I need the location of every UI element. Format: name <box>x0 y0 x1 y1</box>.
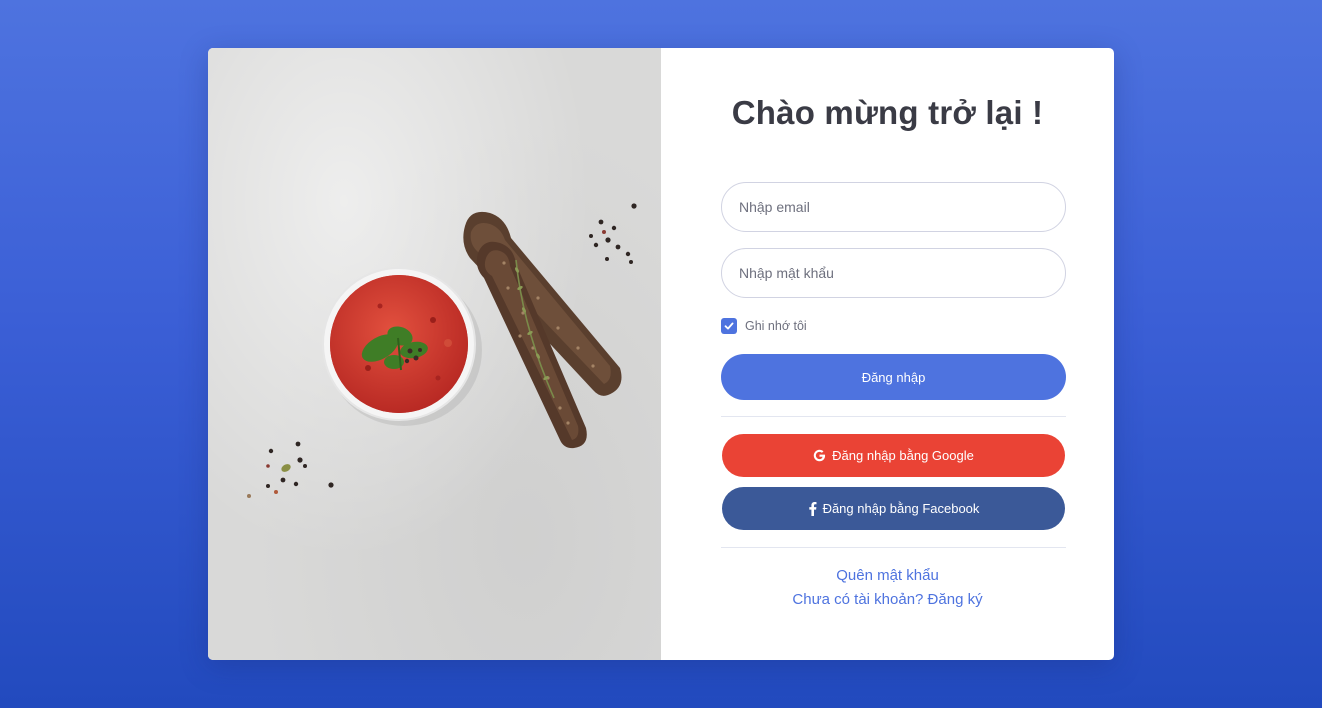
divider <box>721 547 1066 548</box>
register-link[interactable]: Chưa có tài khoản? Đăng ký <box>661 591 1114 608</box>
login-card: Chào mừng trở lại ! Ghi nhớ tôi Đăng nhậ… <box>208 48 1114 660</box>
email-input[interactable] <box>721 182 1066 232</box>
food-photo <box>247 203 637 498</box>
password-input[interactable] <box>721 248 1066 298</box>
remember-label: Ghi nhớ tôi <box>745 319 807 333</box>
facebook-icon <box>808 501 817 516</box>
page-title: Chào mừng trở lại ! <box>731 94 1044 131</box>
facebook-login-button[interactable]: Đăng nhập bằng Facebook <box>722 487 1065 530</box>
food-image <box>208 48 661 660</box>
divider <box>721 416 1066 417</box>
check-icon <box>724 322 734 330</box>
google-button-label: Đăng nhập bằng Google <box>832 448 974 463</box>
remember-me[interactable]: Ghi nhớ tôi <box>721 318 807 334</box>
google-login-button[interactable]: Đăng nhập bằng Google <box>722 434 1065 477</box>
facebook-button-label: Đăng nhập bằng Facebook <box>822 501 980 516</box>
login-form-panel: Chào mừng trở lại ! Ghi nhớ tôi Đăng nhậ… <box>661 48 1114 660</box>
remember-checkbox[interactable] <box>721 318 737 334</box>
login-button-label: Đăng nhập <box>861 369 926 385</box>
login-button[interactable]: Đăng nhập <box>721 354 1066 400</box>
forgot-password-link[interactable]: Quên mật khẩu <box>661 567 1114 584</box>
google-icon <box>813 449 826 462</box>
